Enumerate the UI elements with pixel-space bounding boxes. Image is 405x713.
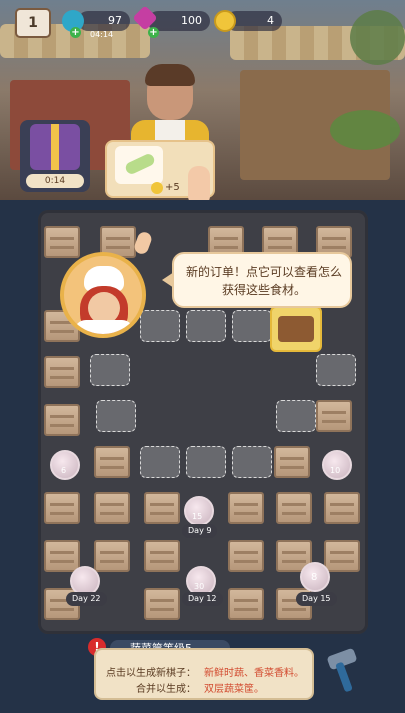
crate[interactable] [316, 400, 352, 432]
reward-coin-icon [151, 182, 163, 194]
energy-value: 97 [108, 14, 122, 27]
hammer-icon[interactable] [320, 647, 360, 693]
vegetable-basket[interactable] [270, 306, 322, 352]
basket-icon [278, 316, 314, 342]
calendar-icon[interactable]: 1 [15, 8, 51, 38]
plant-right [330, 110, 400, 150]
crate[interactable] [228, 492, 264, 524]
crate[interactable] [228, 588, 264, 620]
bubble-item[interactable]: 15 [184, 496, 214, 526]
info-line2-value: 双层蔬菜筐。 [204, 684, 264, 695]
locked-basket[interactable] [276, 400, 316, 432]
crate[interactable] [144, 540, 180, 572]
bubble-count: 8 [311, 572, 318, 583]
crate[interactable] [44, 226, 80, 258]
gem-plus-button[interactable]: + [148, 27, 159, 38]
gift-timer: 0:14 [26, 174, 84, 188]
locked-basket[interactable] [316, 354, 356, 386]
crate[interactable] [144, 492, 180, 524]
plant-top [350, 10, 405, 65]
locked-bag[interactable] [140, 446, 180, 478]
chef-avatar [60, 252, 146, 338]
bubble-count: 30 [194, 582, 205, 591]
order-reward: +5 [165, 182, 180, 193]
hammer-handle [335, 661, 353, 693]
gift-ribbon [51, 124, 59, 170]
crate[interactable] [144, 588, 180, 620]
crate[interactable] [44, 356, 80, 388]
info-line2-label: 合并以生成： [136, 684, 196, 695]
info-line1-label: 点击以生成新棋子： [106, 668, 196, 679]
coin-value: 4 [267, 14, 274, 27]
energy-counter[interactable]: 97 [78, 11, 130, 31]
crate[interactable] [324, 492, 360, 524]
day-tag: Day 22 [66, 592, 107, 606]
info-panel: 点击以生成新棋子： 新鲜时蔬、香菜香料。 合并以生成： 双层蔬菜筐。 [94, 648, 314, 700]
locked-bag[interactable] [90, 354, 130, 386]
tutorial-text: 新的订单！点它可以查看怎么获得这些食材。 [186, 265, 343, 297]
crate[interactable] [94, 492, 130, 524]
locked-basket[interactable] [232, 310, 272, 342]
crate[interactable] [228, 540, 264, 572]
bubble-count: 10 [330, 466, 341, 475]
tutorial-speech-bubble[interactable]: 新的订单！点它可以查看怎么获得这些食材。 [162, 252, 352, 308]
gem-value: 100 [181, 14, 202, 27]
locked-basket[interactable] [186, 310, 226, 342]
energy-plus-button[interactable]: + [70, 27, 81, 38]
locked-bag[interactable] [186, 446, 226, 478]
crate[interactable] [324, 540, 360, 572]
bubble-item[interactable]: 6 [50, 450, 80, 480]
day-tag: Day 9 [182, 524, 218, 538]
locked-basket[interactable] [140, 310, 180, 342]
coin-icon [214, 10, 236, 32]
day-tag: Day 15 [296, 592, 337, 606]
day-tag: Day 12 [182, 592, 223, 606]
info-line1-value: 新鲜时蔬、香菜香料。 [204, 668, 304, 679]
crate[interactable] [94, 540, 130, 572]
crate[interactable] [44, 492, 80, 524]
locked-crate[interactable] [96, 400, 136, 432]
gift-shop[interactable]: 0:14 [20, 120, 90, 192]
locked-crate[interactable] [232, 446, 272, 478]
crate[interactable] [274, 446, 310, 478]
level-value: 1 [28, 15, 38, 31]
crate[interactable] [276, 492, 312, 524]
crate[interactable] [44, 540, 80, 572]
order-item-slot [115, 146, 163, 184]
energy-timer: 04:14 [90, 30, 114, 39]
bubble-item[interactable]: 8 [300, 562, 330, 592]
hair [145, 64, 195, 86]
bubble-item[interactable]: 10 [322, 450, 352, 480]
leek-icon [123, 152, 157, 176]
bubble-count: 15 [192, 512, 203, 521]
bubble-count: 6 [61, 466, 67, 475]
crate[interactable] [44, 404, 80, 436]
crate[interactable] [94, 446, 130, 478]
